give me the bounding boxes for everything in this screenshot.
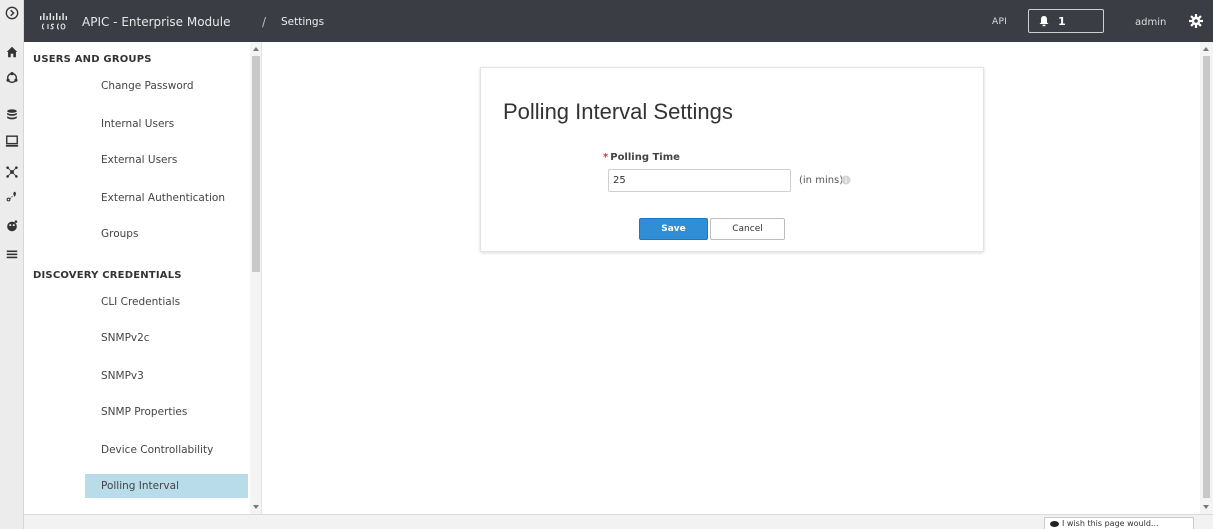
sidebar-scrollbar[interactable]: [250, 42, 261, 514]
page-title: Polling Interval Settings: [503, 99, 733, 124]
bell-icon: [1039, 16, 1049, 27]
sidebar-item-snmp-properties[interactable]: SNMP Properties: [85, 400, 248, 424]
app-title[interactable]: APIC - Enterprise Module: [82, 15, 231, 29]
sidebar-item-cli-credentials[interactable]: CLI Credentials: [85, 290, 248, 314]
home-icon[interactable]: [4, 44, 20, 60]
user-menu[interactable]: admin: [1135, 17, 1166, 28]
gear-icon[interactable]: [1188, 13, 1204, 29]
main-scroll-thumb[interactable]: [1203, 56, 1210, 498]
main-scroll-down-arrow-icon[interactable]: [1203, 505, 1209, 509]
menu-icon[interactable]: [4, 246, 20, 262]
top-bar: APIC - Enterprise Module / Settings API …: [24, 0, 1213, 42]
main-scroll-up-arrow-icon[interactable]: [1203, 47, 1209, 51]
sidebar-item-external-users[interactable]: External Users: [85, 148, 248, 172]
app-window: APIC - Enterprise Module / Settings API …: [0, 0, 1213, 529]
cancel-button[interactable]: Cancel: [710, 218, 785, 240]
polling-time-label: * Polling Time: [603, 152, 680, 163]
scroll-up-arrow-icon[interactable]: [253, 47, 259, 51]
required-marker: *: [603, 152, 609, 163]
info-icon[interactable]: [841, 175, 851, 185]
sidebar-item-polling-interval[interactable]: Polling Interval: [85, 474, 248, 498]
api-link[interactable]: API: [992, 17, 1007, 27]
database-icon[interactable]: [4, 107, 20, 123]
sidebar-item-snmpv3[interactable]: SNMPv3: [85, 364, 248, 388]
breadcrumb-settings: Settings: [281, 16, 325, 28]
apps-icon[interactable]: [4, 218, 20, 234]
bottom-status-bar: [24, 514, 1213, 529]
monitor-icon[interactable]: [4, 133, 20, 149]
cisco-logo: [40, 13, 67, 30]
topology-icon[interactable]: [4, 70, 20, 86]
save-button[interactable]: Save: [639, 218, 708, 240]
sidebar-scroll-thumb[interactable]: [252, 56, 260, 272]
sidebar-item-internal-users[interactable]: Internal Users: [85, 112, 248, 136]
polling-time-label-text: Polling Time: [610, 152, 680, 163]
notifications-button[interactable]: 1: [1028, 9, 1104, 33]
section-heading-users-and-groups: USERS AND GROUPS: [33, 54, 152, 65]
notification-count: 1: [1058, 14, 1066, 28]
sidebar-item-external-authentication[interactable]: External Authentication: [85, 186, 248, 210]
path-trace-icon[interactable]: [4, 188, 20, 204]
sidebar-item-snmpv2c[interactable]: SNMPv2c: [85, 326, 248, 350]
feedback-text: I wish this page would...: [1062, 519, 1159, 528]
section-heading-discovery-credentials: DISCOVERY CREDENTIALS: [33, 270, 182, 281]
scroll-down-arrow-icon[interactable]: [253, 505, 259, 509]
unit-label: (in mins): [799, 175, 844, 186]
sidebar-item-change-password[interactable]: Change Password: [85, 74, 248, 98]
network-icon[interactable]: [4, 164, 20, 180]
feedback-button[interactable]: I wish this page would...: [1044, 517, 1194, 529]
settings-sidebar: USERS AND GROUPS Change Password Interna…: [24, 42, 262, 514]
sidebar-item-device-controllability[interactable]: Device Controllability: [85, 438, 248, 462]
polling-interval-card: Polling Interval Settings * Polling Time …: [480, 67, 984, 252]
breadcrumb-separator: /: [262, 15, 267, 29]
polling-time-input[interactable]: [608, 169, 791, 192]
speech-bubble-icon: [1050, 520, 1059, 527]
main-scrollbar[interactable]: [1200, 42, 1213, 514]
icon-rail: [0, 0, 24, 529]
expand-icon[interactable]: [4, 5, 20, 21]
sidebar-item-groups[interactable]: Groups: [85, 222, 248, 246]
